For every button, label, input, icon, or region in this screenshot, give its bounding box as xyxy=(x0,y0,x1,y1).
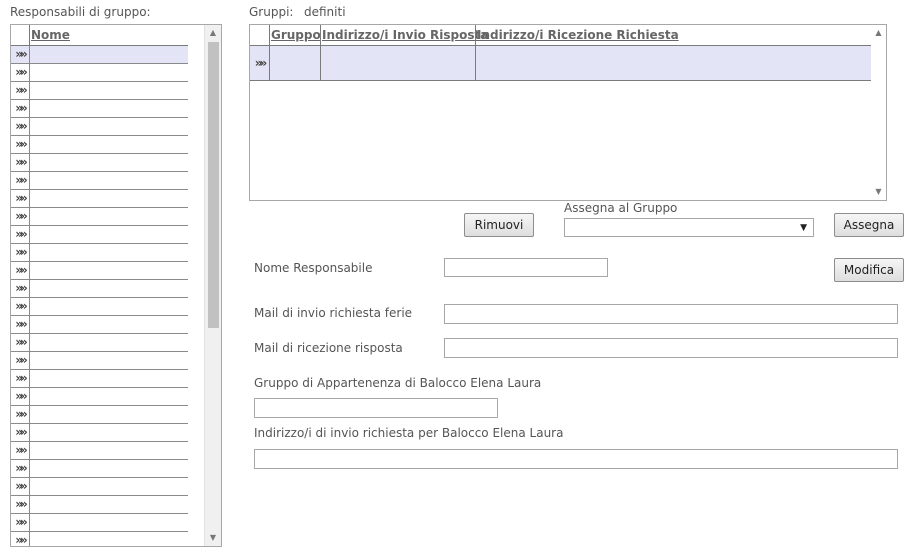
table-row[interactable]: »» xyxy=(11,172,188,190)
row-selector-icon[interactable]: »» xyxy=(11,64,30,81)
responsabili-grid-header: Nome xyxy=(11,25,188,46)
row-selector-icon[interactable]: »» xyxy=(11,226,30,243)
table-row[interactable]: »» xyxy=(11,100,188,118)
table-row[interactable]: »» xyxy=(11,424,188,442)
row-selector-icon[interactable]: »» xyxy=(11,262,30,279)
scroll-down-icon[interactable]: ▼ xyxy=(871,184,886,200)
row-selector-icon[interactable]: »» xyxy=(11,208,30,225)
row-selector-icon[interactable]: »» xyxy=(11,154,30,171)
modifica-button[interactable]: Modifica xyxy=(834,258,904,282)
gruppi-grid-header: Gruppo Indirizzo/i Invio Risposta Indiri… xyxy=(250,25,883,46)
rimuovi-button[interactable]: Rimuovi xyxy=(464,213,534,237)
gruppo-appartenenza-input[interactable] xyxy=(254,398,498,418)
cell-divider xyxy=(475,46,476,80)
row-selector-icon[interactable]: »» xyxy=(11,244,30,261)
table-row[interactable]: »» xyxy=(11,118,188,136)
row-selector-icon[interactable]: »» xyxy=(11,460,30,477)
table-row[interactable]: »» xyxy=(11,496,188,514)
table-row[interactable]: »» xyxy=(11,514,188,532)
scroll-down-icon[interactable]: ▼ xyxy=(205,530,221,546)
gruppi-subtitle: definiti xyxy=(304,5,346,19)
responsabili-rows: »»»»»»»»»»»»»»»»»»»»»»»»»»»»»»»»»»»»»»»»… xyxy=(11,46,188,546)
gruppi-title: Gruppi: xyxy=(249,5,294,19)
gruppi-scrollbar[interactable]: ▲ ▼ xyxy=(871,25,886,200)
column-header-gruppo[interactable]: Gruppo xyxy=(270,25,321,45)
row-selector-icon[interactable]: »» xyxy=(11,388,30,405)
cell-divider xyxy=(269,46,270,80)
row-selector-icon[interactable]: »» xyxy=(11,352,30,369)
table-row[interactable]: »» xyxy=(11,316,188,334)
row-selector-icon[interactable]: »» xyxy=(11,100,30,117)
mail-ricezione-label: Mail di ricezione risposta xyxy=(254,341,403,355)
row-selector-icon[interactable]: »» xyxy=(11,334,30,351)
dropdown-arrow-icon: ▼ xyxy=(800,223,807,233)
column-header-nome[interactable]: Nome xyxy=(30,25,70,45)
table-row[interactable]: »» xyxy=(11,46,188,64)
scroll-up-icon[interactable]: ▲ xyxy=(205,25,221,41)
column-header-invio-risposta[interactable]: Indirizzo/i Invio Risposta xyxy=(321,25,488,45)
scroll-up-icon[interactable]: ▲ xyxy=(871,25,886,41)
table-row[interactable]: »» xyxy=(11,280,188,298)
table-row[interactable]: »» xyxy=(11,190,188,208)
indirizzi-invio-label: Indirizzo/i di invio richiesta per Baloc… xyxy=(254,426,564,440)
assegna-gruppo-select[interactable]: ▼ xyxy=(564,218,814,237)
row-selector-icon[interactable]: »» xyxy=(11,478,30,495)
responsabili-title: Responsabili di gruppo: xyxy=(10,5,151,19)
row-selector-icon[interactable]: »» xyxy=(11,82,30,99)
gruppo-appartenenza-label: Gruppo di Appartenenza di Balocco Elena … xyxy=(254,376,542,390)
row-selector-icon[interactable]: »» xyxy=(11,370,30,387)
row-selector-icon[interactable]: »» xyxy=(250,46,269,80)
row-selector-icon[interactable]: »» xyxy=(11,442,30,459)
row-selector-icon[interactable]: »» xyxy=(11,280,30,297)
table-row[interactable]: »» xyxy=(11,82,188,100)
table-row[interactable]: »» xyxy=(11,442,188,460)
row-selector-icon[interactable]: »» xyxy=(11,136,30,153)
row-selector-icon[interactable]: »» xyxy=(11,316,30,333)
table-row[interactable]: »» xyxy=(11,208,188,226)
table-row[interactable]: »» xyxy=(11,460,188,478)
table-row[interactable]: »» xyxy=(11,388,188,406)
gruppi-table-row[interactable]: »» xyxy=(250,46,883,81)
row-selector-header xyxy=(11,25,30,45)
row-selector-icon[interactable]: »» xyxy=(11,298,30,315)
responsabili-grid[interactable]: Nome »»»»»»»»»»»»»»»»»»»»»»»»»»»»»»»»»»»… xyxy=(10,24,222,547)
scroll-thumb[interactable] xyxy=(208,42,219,328)
table-row[interactable]: »» xyxy=(11,244,188,262)
table-row[interactable]: »» xyxy=(11,64,188,82)
table-row[interactable]: »» xyxy=(11,298,188,316)
table-row[interactable]: »» xyxy=(11,136,188,154)
cell-divider xyxy=(320,46,321,80)
table-row[interactable]: »» xyxy=(11,226,188,244)
row-selector-icon[interactable]: »» xyxy=(11,406,30,423)
table-row[interactable]: »» xyxy=(11,406,188,424)
table-row[interactable]: »» xyxy=(11,262,188,280)
row-selector-icon[interactable]: »» xyxy=(11,46,30,63)
column-header-ricezione-richiesta[interactable]: Indirizzo/i Ricezione Richiesta xyxy=(476,25,776,45)
nome-responsabile-input[interactable] xyxy=(444,258,608,277)
gruppi-grid[interactable]: Gruppo Indirizzo/i Invio Risposta Indiri… xyxy=(249,24,887,201)
indirizzi-invio-input[interactable] xyxy=(254,449,898,469)
mail-invio-label: Mail di invio richiesta ferie xyxy=(254,306,413,320)
table-row[interactable]: »» xyxy=(11,334,188,352)
table-row[interactable]: »» xyxy=(11,154,188,172)
mail-invio-input[interactable] xyxy=(444,304,898,324)
row-selector-icon[interactable]: »» xyxy=(11,190,30,207)
row-selector-icon[interactable]: »» xyxy=(11,496,30,513)
responsabili-scrollbar[interactable]: ▲ ▼ xyxy=(204,25,221,546)
row-selector-icon[interactable]: »» xyxy=(11,514,30,531)
table-row[interactable]: »» xyxy=(11,352,188,370)
table-row[interactable]: »» xyxy=(11,478,188,496)
nome-responsabile-label: Nome Responsabile xyxy=(254,261,373,275)
assegna-gruppo-label: Assegna al Gruppo xyxy=(564,201,678,215)
row-selector-icon[interactable]: »» xyxy=(11,424,30,441)
mail-ricezione-input[interactable] xyxy=(444,338,898,358)
table-row[interactable]: »» xyxy=(11,532,188,546)
row-selector-icon[interactable]: »» xyxy=(11,172,30,189)
row-selector-icon[interactable]: »» xyxy=(11,532,30,546)
row-selector-icon[interactable]: »» xyxy=(11,118,30,135)
table-row[interactable]: »» xyxy=(11,370,188,388)
assegna-button[interactable]: Assegna xyxy=(834,213,904,237)
